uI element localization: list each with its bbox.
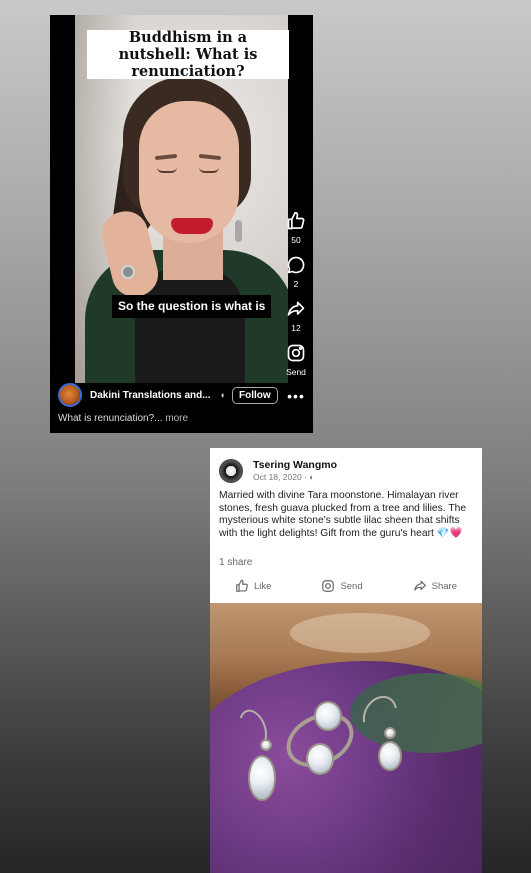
facebook-post-card: Tsering Wangmo Oct 18, 2020 · ◐ Married … xyxy=(210,448,482,873)
video-title-caption: Buddhism in a nutshell: What is renuncia… xyxy=(87,29,289,80)
follow-button[interactable]: Follow xyxy=(232,386,278,404)
floor-sheen xyxy=(290,613,430,653)
like-button[interactable]: Like xyxy=(235,579,271,593)
share-label: Share xyxy=(431,580,457,592)
send-button[interactable]: Send xyxy=(321,579,363,593)
left-earring-small-stone xyxy=(260,739,272,751)
post-photo[interactable] xyxy=(210,603,482,873)
post-meta: Tsering Wangmo Oct 18, 2020 · ◐ xyxy=(253,459,337,483)
like-label: Like xyxy=(254,580,272,592)
share-arrow-icon xyxy=(413,580,426,591)
share-button[interactable]: Share xyxy=(413,579,457,593)
share-button[interactable]: 12 xyxy=(286,299,306,333)
reel-description-text: What is renunciation?... xyxy=(58,413,163,424)
share-count: 12 xyxy=(291,323,301,333)
reel-card[interactable]: Buddhism in a nutshell: What is renuncia… xyxy=(50,15,313,433)
thumbs-up-icon xyxy=(287,211,305,230)
channel-row: Dakini Translations and... ◐ Follow xyxy=(58,382,283,408)
post-date-text: Oct 18, 2020 · xyxy=(253,472,307,482)
send-button[interactable]: Send xyxy=(286,343,306,377)
gem-emoji: 💎 xyxy=(436,527,450,539)
earring xyxy=(235,220,242,242)
post-body-text: Married with divine Tara moonstone. Hima… xyxy=(219,490,467,539)
share-arrow-icon xyxy=(287,301,305,316)
post-action-bar: Like Send Share xyxy=(210,574,482,598)
send-label: Send xyxy=(286,367,306,377)
like-button[interactable]: 50 xyxy=(286,211,306,245)
lips xyxy=(171,218,213,234)
reel-actions: 50 2 12 Send ••• xyxy=(282,211,310,403)
ring-stone-top xyxy=(314,701,342,731)
left-earring-stone xyxy=(248,755,276,801)
post-body: Married with divine Tara moonstone. Hima… xyxy=(219,490,477,540)
channel-avatar[interactable] xyxy=(58,383,82,407)
channel-name[interactable]: Dakini Translations and... xyxy=(90,390,211,401)
author-avatar[interactable] xyxy=(219,459,243,483)
reel-description: What is renunciation?... more xyxy=(58,413,188,424)
more-options-icon[interactable]: ••• xyxy=(287,389,305,403)
share-count[interactable]: 1 share xyxy=(219,557,252,568)
comment-icon xyxy=(287,256,305,274)
messenger-icon xyxy=(322,580,335,592)
right-eye xyxy=(199,167,219,173)
thumbs-up-icon xyxy=(236,579,248,592)
ring xyxy=(121,265,135,279)
send-label: Send xyxy=(340,580,363,592)
public-globe-icon: ◐ xyxy=(220,390,227,400)
post-header: Tsering Wangmo Oct 18, 2020 · ◐ xyxy=(219,457,337,485)
ring-stone-bottom xyxy=(306,743,334,775)
like-count: 50 xyxy=(291,235,301,245)
right-earring-small-stone xyxy=(384,727,396,739)
post-date: Oct 18, 2020 · ◐ xyxy=(253,472,337,483)
left-eye xyxy=(157,167,177,173)
public-globe-icon: ◐ xyxy=(309,472,315,482)
comment-count: 2 xyxy=(293,279,299,289)
heart-emoji: 💗 xyxy=(449,527,463,539)
messenger-icon xyxy=(287,344,305,362)
right-earring-stone xyxy=(378,741,402,771)
comment-button[interactable]: 2 xyxy=(286,255,306,289)
video-subtitle: So the question is what is xyxy=(112,295,272,318)
see-more-link[interactable]: more xyxy=(165,413,188,424)
author-name[interactable]: Tsering Wangmo xyxy=(253,459,337,472)
